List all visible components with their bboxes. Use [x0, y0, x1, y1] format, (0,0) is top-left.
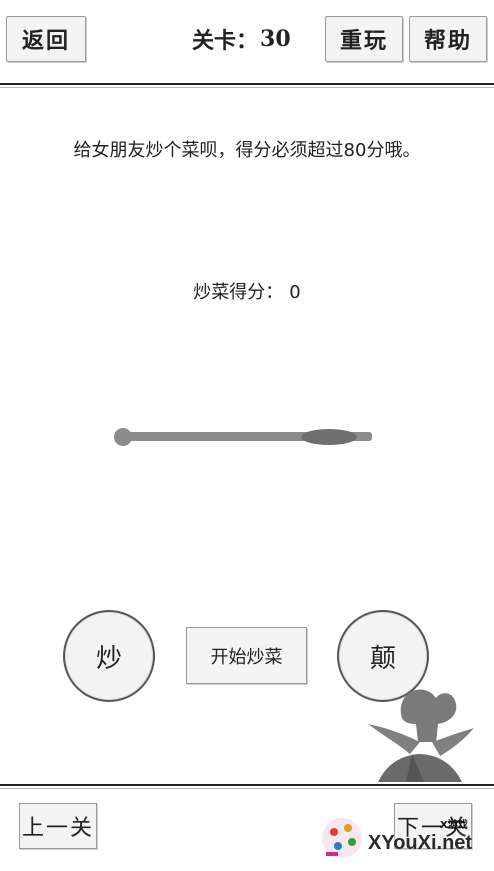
previous-level-button[interactable]: 上一关	[19, 803, 97, 849]
score-label: 炒菜得分：	[193, 282, 284, 303]
game-screen: 返回 关卡： 30 重玩 帮助 给女朋友炒个菜呗，得分必须超过80分哦。 炒菜得分…	[0, 0, 494, 871]
header: 返回 关卡： 30 重玩 帮助	[0, 0, 494, 84]
header-divider-shadow	[0, 87, 494, 88]
footer-divider-shadow	[0, 788, 494, 789]
instruction-text: 给女朋友炒个菜呗，得分必须超过80分哦。	[73, 140, 421, 161]
plant-icon	[368, 689, 474, 782]
back-button[interactable]: 返回	[6, 16, 86, 62]
replay-button[interactable]: 重玩	[325, 16, 403, 62]
help-button[interactable]: 帮助	[409, 16, 487, 62]
header-divider	[0, 83, 494, 85]
score-display: 炒菜得分： 0	[0, 278, 494, 304]
site-watermark: X游戏 XYouXi.net	[320, 808, 490, 868]
wok-icon[interactable]	[110, 420, 380, 454]
level-label: 关卡：	[192, 28, 259, 54]
level-indicator: 关卡： 30	[192, 22, 291, 56]
score-value: 0	[289, 282, 301, 303]
watermark-site: XYouXi.net	[368, 832, 473, 854]
start-cooking-button[interactable]: 开始炒菜	[186, 627, 307, 684]
level-number: 30	[260, 26, 291, 52]
wok-pan	[301, 429, 357, 445]
footer-divider	[0, 784, 494, 786]
gamepad-logo-icon	[322, 818, 362, 858]
stir-button[interactable]: 炒	[63, 610, 155, 702]
watermark-tag: X游戏	[440, 820, 468, 831]
